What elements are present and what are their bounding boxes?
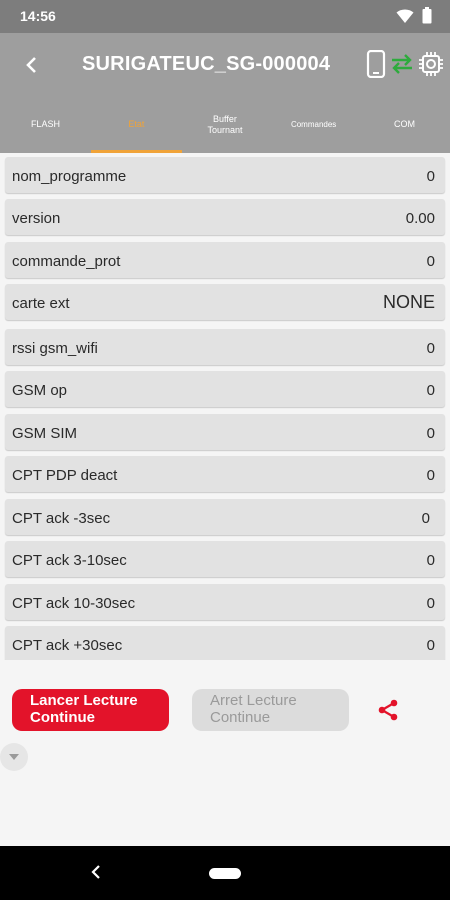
- tab-flash[interactable]: FLASH: [0, 97, 91, 153]
- list-item-value: 0: [426, 637, 435, 654]
- appbar-actions: [366, 50, 444, 78]
- list-item: CPT ack 10-30sec 0: [5, 584, 445, 620]
- list-item-value: 0.00: [405, 210, 435, 227]
- list-item-value: 0: [426, 340, 435, 357]
- sync-arrows-icon[interactable]: [390, 53, 414, 75]
- list-item-value: 0: [426, 595, 435, 612]
- list-item-value: 0: [426, 425, 435, 442]
- list-item: carte ext NONE: [5, 284, 445, 320]
- tab-bar: FLASH Etat Buffer Tournant Commandes COM: [0, 97, 450, 153]
- list-item-value: 0: [426, 552, 435, 569]
- list-item-label: GSM op: [12, 382, 68, 399]
- list-item-value: 0: [426, 467, 435, 484]
- list-item-label: CPT ack 10-30sec: [12, 595, 136, 612]
- list-item-value: 0: [421, 510, 430, 527]
- list-item: nom_programme 0: [5, 157, 445, 193]
- list-item-label: CPT ack 3-10sec: [12, 552, 127, 569]
- tab-commandes[interactable]: Commandes: [268, 97, 359, 153]
- list-item-label: version: [12, 210, 61, 227]
- system-nav-bar: [0, 846, 450, 900]
- tab-buffer-tournant[interactable]: Buffer Tournant: [182, 97, 268, 153]
- list-item-label: CPT PDP deact: [12, 467, 118, 484]
- tab-buffer-tournant-label: Buffer Tournant: [207, 113, 243, 135]
- list-item: CPT ack +30sec 0: [5, 626, 445, 660]
- status-time: 14:56: [20, 8, 56, 24]
- stop-continuous-read-button[interactable]: Arret Lecture Continue: [192, 689, 349, 731]
- list-item-label: CPT ack +30sec: [12, 637, 123, 654]
- status-bar: 14:56: [0, 0, 450, 33]
- battery-icon: [422, 7, 432, 29]
- list-item: version 0.00: [5, 199, 445, 235]
- back-arrow-icon: [26, 57, 36, 73]
- list-item: commande_prot 0: [5, 242, 445, 278]
- nav-back-icon[interactable]: [90, 864, 102, 885]
- list-item-label: nom_programme: [12, 168, 127, 185]
- page-title: SURIGATEUC_SG-000004: [82, 53, 331, 75]
- wifi-icon: [396, 8, 414, 29]
- nav-home-pill[interactable]: [209, 868, 241, 879]
- app-bar: SURIGATEUC_SG-000004: [0, 33, 450, 97]
- list-item-label: carte ext: [12, 295, 70, 312]
- list-item: GSM SIM 0: [5, 414, 445, 450]
- list-item-label: commande_prot: [12, 253, 121, 270]
- list-item-value: NONE: [382, 292, 435, 312]
- list-item: CPT ack -3sec 0: [5, 499, 445, 535]
- list-item: CPT PDP deact 0: [5, 456, 445, 492]
- expand-button[interactable]: [0, 743, 28, 771]
- list-item-label: GSM SIM: [12, 425, 78, 442]
- list-item: CPT ack 3-10sec 0: [5, 541, 445, 577]
- start-continuous-read-button[interactable]: Lancer Lecture Continue: [12, 689, 169, 731]
- back-button[interactable]: [18, 51, 46, 79]
- phone-icon[interactable]: [366, 50, 386, 78]
- list-item-value: 0: [426, 382, 435, 399]
- chevron-down-icon: [9, 754, 19, 760]
- state-list[interactable]: nom_programme 0 version 0.00 commande_pr…: [0, 153, 450, 660]
- list-item-label: rssi gsm_wifi: [12, 340, 98, 357]
- share-icon[interactable]: [376, 698, 400, 727]
- list-item: rssi gsm_wifi 0: [5, 329, 445, 365]
- list-item-value: 0: [426, 168, 435, 185]
- chip-settings-icon[interactable]: [418, 51, 444, 77]
- status-icons: [396, 7, 432, 29]
- tab-etat[interactable]: Etat: [90, 97, 182, 153]
- tab-com[interactable]: COM: [359, 97, 450, 153]
- list-item-label: CPT ack -3sec: [12, 510, 111, 527]
- list-item: GSM op 0: [5, 371, 445, 407]
- list-item-value: 0: [426, 253, 435, 270]
